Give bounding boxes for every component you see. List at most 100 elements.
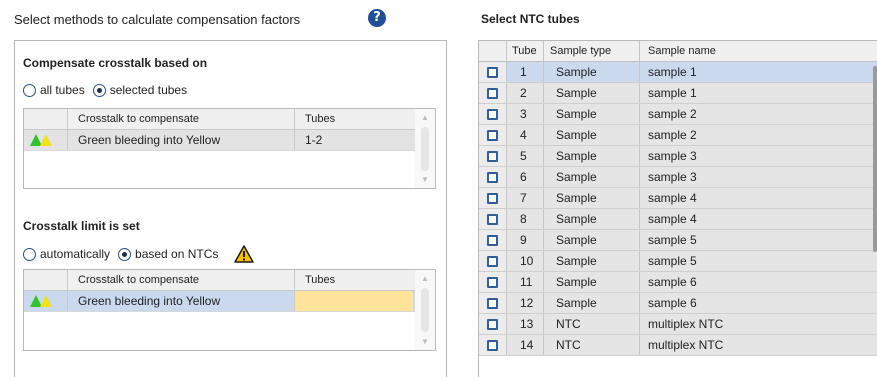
ntc-checkbox[interactable] — [487, 129, 498, 141]
sample-name-cell: multiplex NTC — [648, 317, 724, 331]
scroll-thumb[interactable] — [421, 127, 429, 171]
ntc-checkbox[interactable] — [487, 297, 498, 309]
sample-type-column-header[interactable]: Sample type — [544, 41, 640, 61]
tube-cell: 12 — [507, 293, 544, 313]
sample-name-cell: sample 6 — [648, 296, 697, 310]
compensation-methods-title: Select methods to calculate compensation… — [14, 12, 301, 27]
tube-cell: 1 — [507, 62, 544, 82]
selected-tubes-label[interactable]: selected tubes — [110, 83, 187, 97]
sample-type-cell: Sample — [544, 293, 640, 313]
sample-type-cell: Sample — [544, 62, 640, 82]
tube-cell: 8 — [507, 209, 544, 229]
ntc-checkbox[interactable] — [487, 339, 498, 351]
scroll-down-icon[interactable]: ▼ — [415, 337, 435, 346]
sample-type-cell: Sample — [544, 104, 640, 124]
table-row[interactable]: 10 Sample sample 5 — [479, 251, 877, 272]
sample-name-cell: sample 4 — [648, 191, 697, 205]
sample-name-cell: sample 2 — [648, 107, 697, 121]
crosstalk-column-header[interactable]: Crosstalk to compensate — [68, 270, 295, 290]
sample-name-column-header[interactable]: Sample name — [640, 41, 877, 61]
help-icon[interactable]: ? — [368, 9, 386, 27]
table-row[interactable]: 4 Sample sample 2 — [479, 125, 877, 146]
table-row[interactable]: 13 NTC multiplex NTC — [479, 314, 877, 335]
table-row[interactable]: 11 Sample sample 6 — [479, 272, 877, 293]
ntc-table-body: 1 Sample sample 1 2 Sample sample 1 3 Sample sam… — [479, 62, 877, 356]
ntc-checkbox[interactable] — [487, 234, 498, 246]
ntc-checkbox[interactable] — [487, 213, 498, 225]
ntc-checkbox[interactable] — [487, 150, 498, 162]
ntc-tubes-title: Select NTC tubes — [481, 12, 580, 26]
crosstalk-cell: Green bleeding into Yellow — [68, 291, 295, 311]
sample-name-cell: sample 4 — [648, 212, 697, 226]
tube-cell: 5 — [507, 146, 544, 166]
ntc-checkbox[interactable] — [487, 87, 498, 99]
checkbox-column-header — [479, 41, 507, 61]
ntc-checkbox[interactable] — [487, 255, 498, 267]
automatically-label[interactable]: automatically — [40, 247, 110, 261]
ntc-checkbox[interactable] — [487, 108, 498, 120]
table-row[interactable]: 1 Sample sample 1 — [479, 62, 877, 83]
tubes-column-header[interactable]: Tubes — [295, 270, 413, 290]
all-tubes-label[interactable]: all tubes — [40, 83, 85, 97]
selected-tubes-radio[interactable] — [92, 83, 106, 97]
table-row[interactable]: 6 Sample sample 3 — [479, 167, 877, 188]
table-row[interactable]: 14 NTC multiplex NTC — [479, 335, 877, 356]
sample-name-cell: sample 1 — [648, 86, 697, 100]
ntc-tubes-table: Tube Sample type Sample name 1 Sample samp… — [478, 40, 877, 377]
ntc-table-scrollbar[interactable] — [873, 66, 877, 252]
ntc-checkbox[interactable] — [487, 66, 498, 78]
tube-cell: 13 — [507, 314, 544, 334]
tubes-column-header[interactable]: Tubes — [295, 109, 413, 129]
ntc-checkbox[interactable] — [487, 276, 498, 288]
scroll-thumb[interactable] — [421, 288, 429, 332]
based-on-ntcs-label[interactable]: based on NTCs — [135, 247, 218, 261]
scroll-up-icon[interactable]: ▲ — [415, 274, 435, 283]
ntc-checkbox[interactable] — [487, 192, 498, 204]
automatically-radio[interactable] — [23, 247, 36, 261]
ntc-checkbox[interactable] — [487, 171, 498, 183]
sample-name-cell: multiplex NTC — [648, 338, 724, 352]
all-tubes-radio[interactable] — [23, 83, 36, 97]
sample-type-cell: NTC — [544, 314, 640, 334]
tubes-input-cell[interactable] — [295, 291, 413, 311]
tube-cell: 11 — [507, 272, 544, 292]
sample-type-cell: Sample — [544, 251, 640, 271]
based-on-ntcs-radio[interactable] — [118, 247, 132, 261]
crosstalk-table-row[interactable]: Green bleeding into Yellow 1-2 — [24, 130, 435, 151]
table-row[interactable]: 12 Sample sample 6 — [479, 293, 877, 314]
table-row[interactable]: 7 Sample sample 4 — [479, 188, 877, 209]
crosstalk-limit-table-scrollbar[interactable]: ▲ ▼ — [415, 270, 435, 350]
table-row[interactable]: 8 Sample sample 4 — [479, 209, 877, 230]
tubes-cell[interactable]: 1-2 — [295, 130, 413, 150]
sample-name-cell: sample 5 — [648, 254, 697, 268]
sample-type-cell: Sample — [544, 230, 640, 250]
warning-icon — [234, 245, 255, 263]
crosstalk-limit-table-row[interactable]: Green bleeding into Yellow — [24, 291, 435, 312]
tube-cell: 10 — [507, 251, 544, 271]
sample-type-cell: Sample — [544, 209, 640, 229]
sample-type-cell: Sample — [544, 188, 640, 208]
scroll-down-icon[interactable]: ▼ — [415, 175, 435, 184]
table-row[interactable]: 5 Sample sample 3 — [479, 146, 877, 167]
ntc-checkbox[interactable] — [487, 318, 498, 330]
crosstalk-table-header: Crosstalk to compensate Tubes — [24, 109, 435, 130]
ntc-table-header: Tube Sample type Sample name — [479, 41, 877, 62]
tube-column-header[interactable]: Tube — [507, 41, 544, 61]
table-row[interactable]: 3 Sample sample 2 — [479, 104, 877, 125]
sample-type-cell: Sample — [544, 272, 640, 292]
table-row[interactable]: 2 Sample sample 1 — [479, 83, 877, 104]
crosstalk-basis-radio-group: all tubes selected tubes — [23, 83, 195, 97]
sample-name-cell: sample 6 — [648, 275, 697, 289]
sample-type-cell: Sample — [544, 146, 640, 166]
table-row[interactable]: 9 Sample sample 5 — [479, 230, 877, 251]
crosstalk-column-header[interactable]: Crosstalk to compensate — [68, 109, 295, 129]
crosstalk-table-scrollbar[interactable]: ▲ ▼ — [415, 109, 435, 188]
channel-icon — [24, 130, 68, 150]
crosstalk-limit-table-header: Crosstalk to compensate Tubes — [24, 270, 435, 291]
sample-name-cell: sample 2 — [648, 128, 697, 142]
compensation-methods-panel: Compensate crosstalk based on all tubes … — [14, 40, 447, 377]
crosstalk-limit-radio-group: automatically based on NTCs — [23, 245, 255, 263]
tube-cell: 14 — [507, 335, 544, 355]
scroll-up-icon[interactable]: ▲ — [415, 113, 435, 122]
sample-name-cell: sample 5 — [648, 233, 697, 247]
